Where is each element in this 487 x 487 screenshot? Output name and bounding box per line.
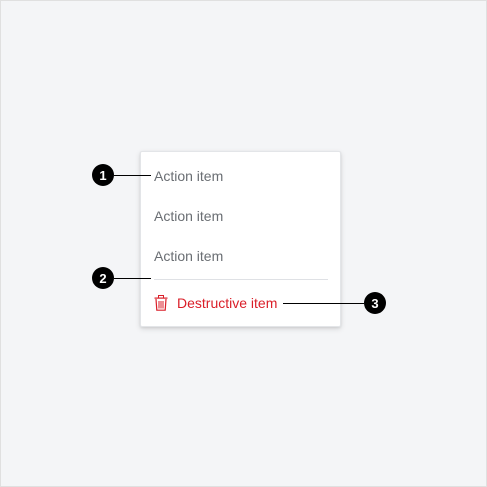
callout-marker-2: 2	[92, 267, 114, 289]
callout-number: 1	[99, 167, 107, 183]
trash-icon	[154, 295, 168, 311]
overflow-menu: Action item Action item Action item Dest…	[140, 151, 341, 327]
menu-item-label: Action item	[154, 208, 224, 224]
callout-line-1	[114, 175, 151, 176]
callout-number: 2	[99, 270, 107, 286]
callout-marker-3: 3	[364, 292, 386, 314]
callout-line-2	[114, 278, 151, 279]
menu-item-label: Action item	[154, 248, 224, 264]
callout-line-3	[283, 303, 364, 304]
callout-number: 3	[371, 295, 379, 311]
callout-marker-1: 1	[92, 164, 114, 186]
menu-item-action-1[interactable]: Action item	[141, 156, 340, 196]
menu-item-action-3[interactable]: Action item	[141, 236, 340, 276]
menu-divider	[154, 279, 328, 280]
menu-item-label: Action item	[154, 168, 224, 184]
menu-item-label: Destructive item	[177, 295, 278, 311]
diagram-canvas: Action item Action item Action item Dest…	[0, 0, 487, 487]
menu-item-action-2[interactable]: Action item	[141, 196, 340, 236]
